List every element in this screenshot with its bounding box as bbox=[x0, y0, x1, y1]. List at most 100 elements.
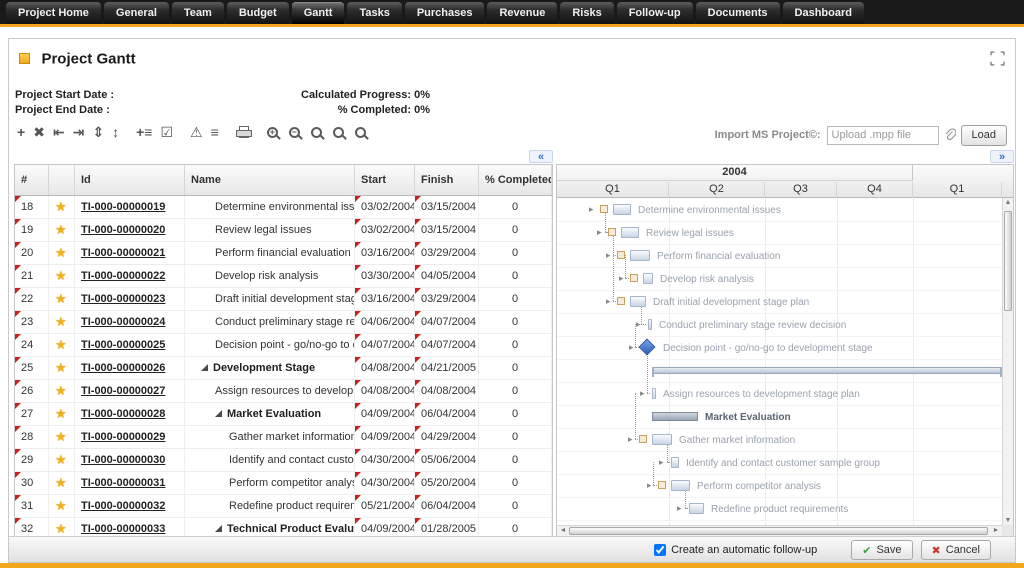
add-task-icon[interactable]: + bbox=[17, 122, 25, 142]
favorite-star-icon[interactable]: ★ bbox=[55, 521, 67, 536]
task-id-link[interactable]: TI-000-00000030 bbox=[81, 454, 165, 466]
task-row[interactable]: 22★TI-000-00000023Draft initial developm… bbox=[15, 288, 552, 311]
task-id-link[interactable]: TI-000-00000028 bbox=[81, 408, 165, 420]
warning-icon[interactable]: ⚠ bbox=[190, 122, 203, 142]
tab-dashboard[interactable]: Dashboard bbox=[783, 2, 864, 24]
task-id-link[interactable]: TI-000-00000023 bbox=[81, 293, 165, 305]
expanded-group-icon[interactable] bbox=[215, 525, 222, 532]
indent-task-icon[interactable]: ⇥ bbox=[73, 122, 85, 142]
gantt-task-bar[interactable] bbox=[652, 434, 672, 445]
task-id-link[interactable]: TI-000-00000025 bbox=[81, 339, 165, 351]
gantt-task-bar[interactable] bbox=[621, 227, 639, 238]
cancel-button[interactable]: ✖ Cancel bbox=[921, 540, 991, 560]
load-button[interactable]: Load bbox=[961, 125, 1007, 146]
gantt-summary-bar[interactable] bbox=[652, 367, 1002, 374]
favorite-star-icon[interactable]: ★ bbox=[55, 383, 67, 398]
task-row[interactable]: 26★TI-000-00000027Assign resources to de… bbox=[15, 380, 552, 403]
tab-general[interactable]: General bbox=[104, 2, 169, 24]
delete-task-icon[interactable]: ✖ bbox=[33, 122, 45, 142]
task-row[interactable]: 29★TI-000-00000030Identify and contact c… bbox=[15, 449, 552, 472]
tab-gantt[interactable]: Gantt bbox=[292, 2, 345, 24]
column-header-start[interactable]: Start bbox=[355, 165, 415, 195]
tab-budget[interactable]: Budget bbox=[227, 2, 289, 24]
outdent-task-icon[interactable]: ⇤ bbox=[53, 122, 65, 142]
task-row[interactable]: 27★TI-000-00000028Market Evaluation04/09… bbox=[15, 403, 552, 426]
task-checklist-icon[interactable]: ☑ bbox=[160, 122, 173, 142]
tab-purchases[interactable]: Purchases bbox=[405, 2, 485, 24]
task-row[interactable]: 31★TI-000-00000032Redefine product requi… bbox=[15, 495, 552, 518]
favorite-star-icon[interactable]: ★ bbox=[55, 360, 67, 375]
task-start-handle[interactable] bbox=[617, 297, 625, 305]
scroll-right-icon[interactable]: ► bbox=[991, 527, 1001, 534]
favorite-star-icon[interactable]: ★ bbox=[55, 314, 67, 329]
scroll-up-icon[interactable]: ▲ bbox=[1003, 199, 1013, 206]
move-task-icon[interactable]: ↕ bbox=[112, 122, 119, 142]
favorite-star-icon[interactable]: ★ bbox=[55, 245, 67, 260]
task-id-link[interactable]: TI-000-00000024 bbox=[81, 316, 165, 328]
auto-followup-checkbox[interactable] bbox=[654, 544, 666, 556]
zoom-in-icon[interactable]: + bbox=[267, 127, 278, 138]
task-row[interactable]: 18★TI-000-00000019Determine environmenta… bbox=[15, 196, 552, 219]
gantt-vertical-scrollbar[interactable]: ▲ ▼ bbox=[1002, 198, 1013, 525]
favorite-star-icon[interactable]: ★ bbox=[55, 222, 67, 237]
task-id-link[interactable]: TI-000-00000020 bbox=[81, 224, 165, 236]
print-icon[interactable] bbox=[236, 126, 250, 139]
task-id-link[interactable]: TI-000-00000029 bbox=[81, 431, 165, 443]
task-start-handle[interactable] bbox=[608, 228, 616, 236]
zoom-reset-icon[interactable] bbox=[355, 127, 366, 138]
zoom-fit-icon[interactable] bbox=[311, 127, 322, 138]
save-button[interactable]: ✔ Save bbox=[851, 540, 912, 560]
tab-risks[interactable]: Risks bbox=[560, 2, 613, 24]
task-start-handle[interactable] bbox=[600, 205, 608, 213]
favorite-star-icon[interactable]: ★ bbox=[55, 406, 67, 421]
scroll-down-icon[interactable]: ▼ bbox=[1003, 517, 1013, 524]
task-id-link[interactable]: TI-000-00000026 bbox=[81, 362, 165, 374]
expanded-group-icon[interactable] bbox=[201, 364, 208, 371]
task-id-link[interactable]: TI-000-00000021 bbox=[81, 247, 165, 259]
task-row[interactable]: 25★TI-000-00000026Development Stage04/08… bbox=[15, 357, 552, 380]
tab-revenue[interactable]: Revenue bbox=[487, 2, 557, 24]
gantt-task-bar[interactable] bbox=[671, 457, 679, 468]
tab-tasks[interactable]: Tasks bbox=[347, 2, 401, 24]
column-header-completed[interactable]: % Completed bbox=[479, 165, 552, 195]
expand-right-panel-button[interactable]: » bbox=[990, 150, 1014, 163]
task-row[interactable]: 20★TI-000-00000021Perform financial eval… bbox=[15, 242, 552, 265]
baselines-icon[interactable]: ≡ bbox=[211, 122, 219, 142]
task-row[interactable]: 21★TI-000-00000022Develop risk analysis0… bbox=[15, 265, 552, 288]
tab-project-home[interactable]: Project Home bbox=[6, 2, 101, 24]
task-id-link[interactable]: TI-000-00000022 bbox=[81, 270, 165, 282]
scroll-left-icon[interactable]: ◄ bbox=[558, 527, 568, 534]
task-row[interactable]: 24★TI-000-00000025Decision point - go/no… bbox=[15, 334, 552, 357]
gantt-summary-bar[interactable] bbox=[652, 412, 698, 421]
task-row[interactable]: 23★TI-000-00000024Conduct preliminary st… bbox=[15, 311, 552, 334]
gantt-task-bar[interactable] bbox=[630, 250, 650, 261]
task-row[interactable]: 30★TI-000-00000031Perform competitor ana… bbox=[15, 472, 552, 495]
gantt-task-bar[interactable] bbox=[689, 503, 704, 514]
task-id-link[interactable]: TI-000-00000033 bbox=[81, 523, 165, 535]
task-start-handle[interactable] bbox=[658, 481, 666, 489]
gantt-task-bar[interactable] bbox=[630, 296, 646, 307]
maximize-icon[interactable] bbox=[990, 51, 1005, 71]
horizontal-scroll-thumb[interactable] bbox=[569, 527, 988, 535]
favorite-star-icon[interactable]: ★ bbox=[55, 475, 67, 490]
favorite-star-icon[interactable]: ★ bbox=[55, 498, 67, 513]
task-start-handle[interactable] bbox=[630, 274, 638, 282]
favorite-star-icon[interactable]: ★ bbox=[55, 291, 67, 306]
favorite-star-icon[interactable]: ★ bbox=[55, 337, 67, 352]
column-header-[interactable]: # bbox=[15, 165, 49, 195]
column-header-name[interactable]: Name bbox=[185, 165, 355, 195]
gantt-horizontal-scrollbar[interactable]: ◄ ► bbox=[557, 525, 1002, 536]
task-id-link[interactable]: TI-000-00000019 bbox=[81, 201, 165, 213]
gantt-task-bar[interactable] bbox=[643, 273, 653, 284]
collapse-left-panel-button[interactable]: « bbox=[529, 150, 553, 163]
favorite-star-icon[interactable]: ★ bbox=[55, 268, 67, 283]
column-header-finish[interactable]: Finish bbox=[415, 165, 479, 195]
gantt-task-bar[interactable] bbox=[652, 388, 656, 399]
tab-documents[interactable]: Documents bbox=[696, 2, 780, 24]
paperclip-icon[interactable] bbox=[944, 128, 956, 143]
task-id-link[interactable]: TI-000-00000027 bbox=[81, 385, 165, 397]
auto-followup-option[interactable]: Create an automatic follow-up bbox=[654, 544, 817, 556]
expanded-group-icon[interactable] bbox=[215, 410, 222, 417]
zoom-day-icon[interactable] bbox=[333, 127, 344, 138]
task-id-link[interactable]: TI-000-00000031 bbox=[81, 477, 165, 489]
